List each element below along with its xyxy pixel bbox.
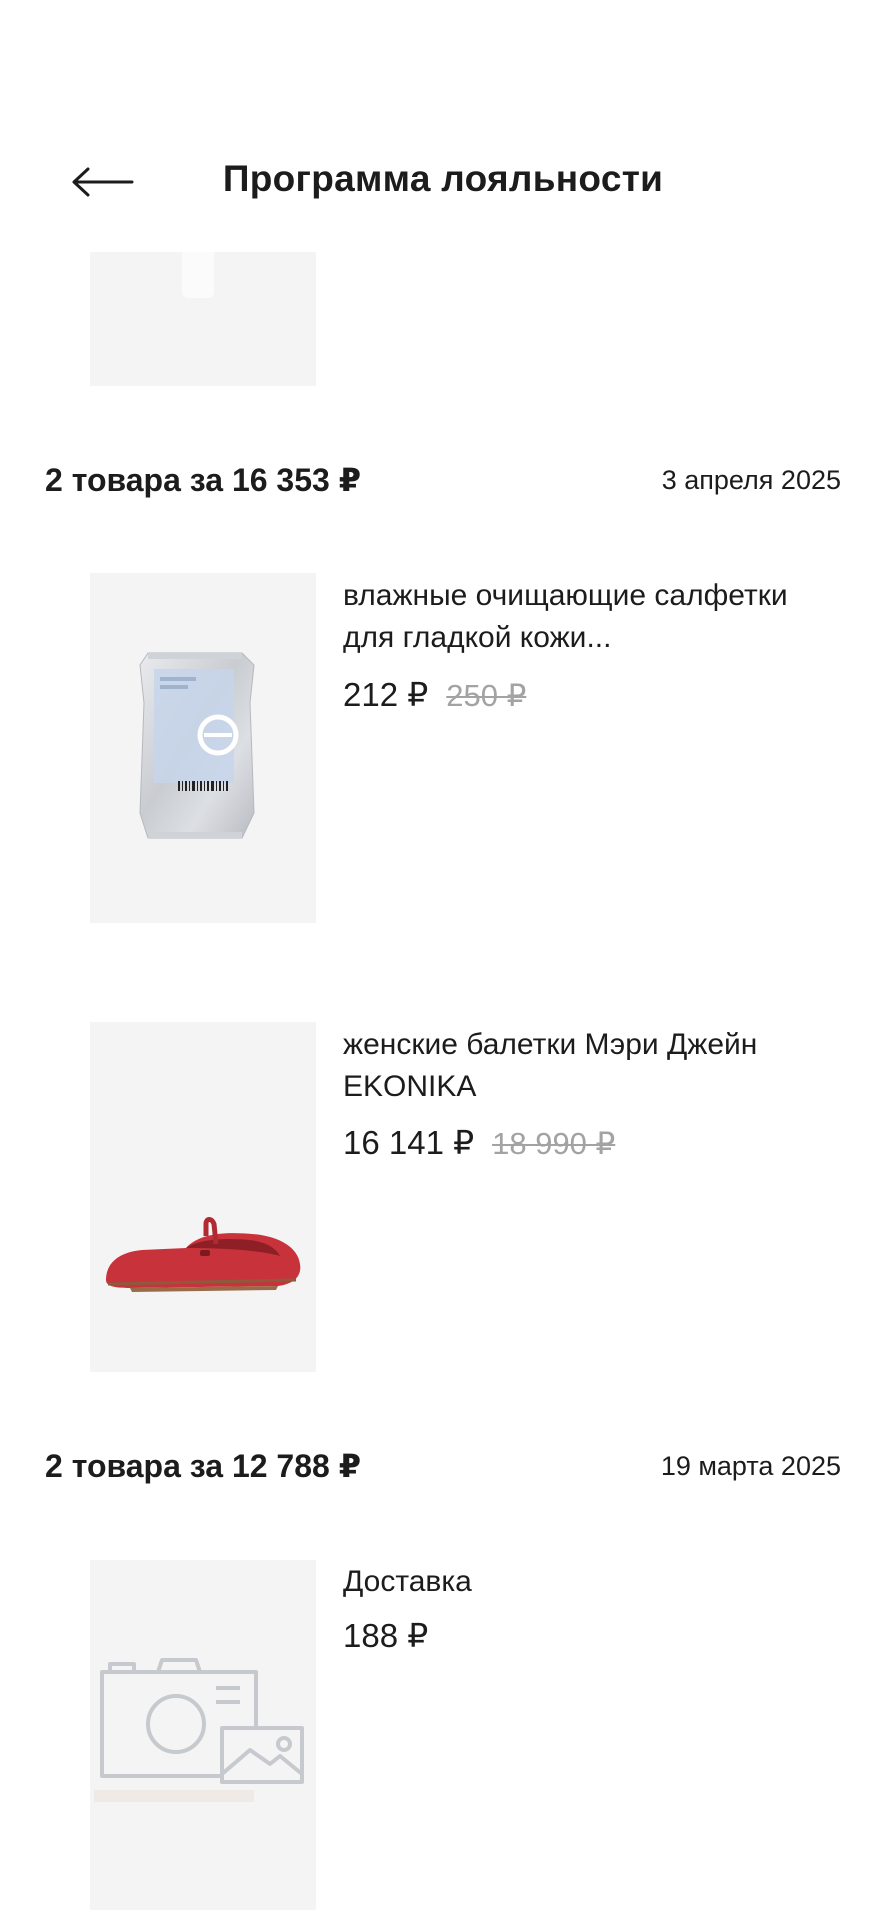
product-thumbnail[interactable] [90,1022,316,1372]
order-summary: 2 товара за 16 353 ₽ [45,462,361,498]
order-history-list[interactable]: 2 товара за 16 353 ₽ 3 апреля 2025 влажн… [0,0,886,1920]
product-thumbnail[interactable] [90,573,316,923]
wet-wipes-pack-image [139,652,255,839]
page-title: Программа лояльности [222,158,664,199]
order-header[interactable]: 2 товара за 12 788 ₽ 19 марта 2025 [45,1444,841,1488]
price-row: 188 ₽ [343,1616,428,1655]
product-price: 16 141 ₽ [343,1124,475,1161]
order-date: 3 апреля 2025 [661,464,841,495]
top-bar: Программа лояльности [0,0,886,252]
order-header[interactable]: 2 товара за 16 353 ₽ 3 апреля 2025 [45,458,841,502]
product-thumbnail[interactable] [90,1560,316,1910]
price-row: 212 ₽ 250 ₽ [343,675,526,714]
price-row: 16 141 ₽ 18 990 ₽ [343,1123,615,1162]
order-date: 19 марта 2025 [660,1450,841,1481]
product-name[interactable]: влажные очищающие салфетки для гладкой к… [343,575,813,659]
product-name[interactable]: женские балетки Мэри Джейн EKONIKA [343,1024,813,1108]
red-ballet-flat-image [106,1217,301,1292]
product-name[interactable]: Доставка [343,1561,813,1603]
order-summary: 2 товара за 12 788 ₽ [45,1448,361,1484]
product-price: 188 ₽ [343,1617,429,1654]
product-price: 212 ₽ [343,676,429,713]
photo-placeholder-icon [94,1658,304,1802]
product-old-price: 250 ₽ [446,678,527,713]
product-old-price: 18 990 ₽ [492,1126,616,1161]
